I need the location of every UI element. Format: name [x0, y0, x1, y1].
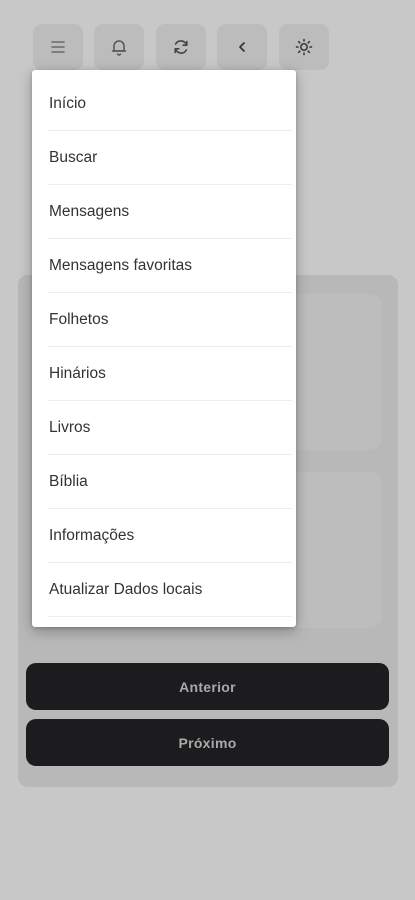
- bell-icon: [111, 40, 127, 56]
- menu-item-hinarios[interactable]: Hinários: [32, 347, 296, 401]
- menu-item-inicio[interactable]: Início: [32, 77, 296, 131]
- chevron-left-icon: [239, 42, 245, 52]
- menu-icon: [51, 41, 65, 53]
- refresh-button[interactable]: [156, 24, 206, 70]
- menu-item-mensagens-favoritas[interactable]: Mensagens favoritas: [32, 239, 296, 293]
- menu-item-biblia[interactable]: Bíblia: [32, 455, 296, 509]
- menu-item-folhetos[interactable]: Folhetos: [32, 293, 296, 347]
- sun-icon: [295, 38, 313, 56]
- content-panel: [288, 472, 382, 628]
- next-button[interactable]: Próximo: [26, 719, 389, 766]
- menu-item-livros[interactable]: Livros: [32, 401, 296, 455]
- content-panel: [288, 294, 382, 450]
- top-toolbar: [33, 24, 333, 70]
- menu-button[interactable]: [33, 24, 83, 70]
- menu-item-atualizar-dados[interactable]: Atualizar Dados locais: [32, 563, 296, 617]
- previous-button[interactable]: Anterior: [26, 663, 389, 710]
- menu-item-mensagens[interactable]: Mensagens: [32, 185, 296, 239]
- theme-button[interactable]: [279, 24, 329, 70]
- navigation-menu: Início Buscar Mensagens Mensagens favori…: [32, 70, 296, 627]
- menu-item-informacoes[interactable]: Informações: [32, 509, 296, 563]
- back-button[interactable]: [217, 24, 267, 70]
- refresh-icon: [174, 40, 188, 54]
- menu-item-buscar[interactable]: Buscar: [32, 131, 296, 185]
- notifications-button[interactable]: [94, 24, 144, 70]
